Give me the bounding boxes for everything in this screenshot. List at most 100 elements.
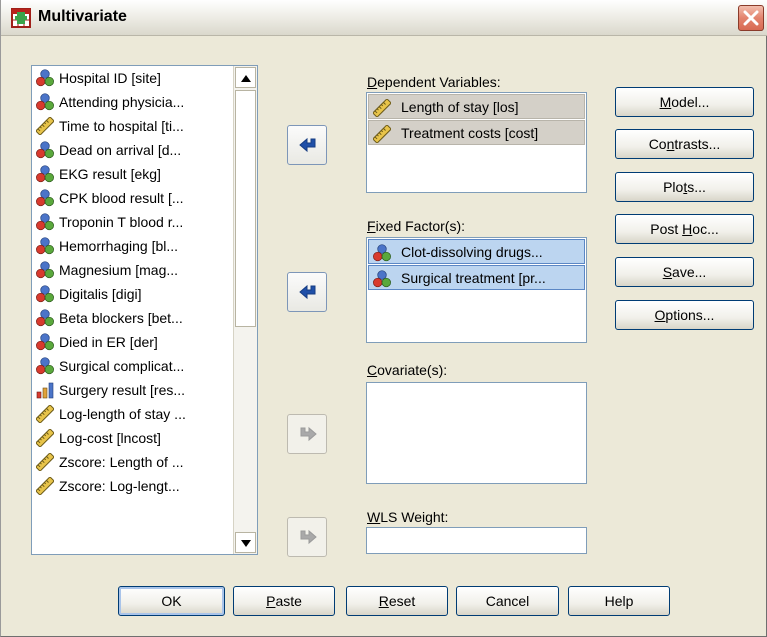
list-item[interactable]: Length of stay [los] bbox=[368, 94, 585, 119]
variable-label: CPK blood result [... bbox=[59, 190, 184, 206]
nominal-icon bbox=[36, 357, 54, 375]
ok-button[interactable]: OK bbox=[118, 586, 225, 616]
plots-button[interactable]: Plots... bbox=[615, 172, 754, 202]
multivariate-dialog: Multivariate Hospital ID [site] Attending… bbox=[0, 0, 767, 637]
variable-label: Died in ER [der] bbox=[59, 334, 158, 350]
variable-list-item[interactable]: Dead on arrival [d... bbox=[32, 138, 232, 162]
variable-list-item[interactable]: Zscore: Length of ... bbox=[32, 450, 232, 474]
move-to-fixed-factor-button[interactable] bbox=[287, 272, 327, 312]
move-to-covariate-button[interactable] bbox=[287, 414, 327, 454]
contrasts-button[interactable]: Contrasts... bbox=[615, 129, 754, 159]
covariates-label: Covariate(s): bbox=[367, 362, 448, 378]
nominal-icon bbox=[36, 237, 54, 255]
save-button[interactable]: Save... bbox=[615, 257, 754, 287]
post-hoc-button[interactable]: Post Hoc... bbox=[615, 214, 754, 244]
variable-label: Dead on arrival [d... bbox=[59, 142, 182, 158]
vertical-scrollbar[interactable] bbox=[233, 66, 257, 554]
nominal-icon bbox=[36, 93, 54, 111]
covariates-list[interactable] bbox=[366, 382, 587, 484]
variable-label: Surgery result [res... bbox=[59, 382, 186, 398]
ordinal-bars-icon bbox=[36, 382, 54, 399]
spss-table-icon bbox=[11, 8, 31, 28]
wls-weight-label: WLS Weight: bbox=[367, 509, 449, 525]
variable-list-item[interactable]: Log-length of stay ... bbox=[32, 402, 232, 426]
scale-ruler-icon bbox=[36, 429, 54, 447]
nominal-icon bbox=[36, 213, 54, 231]
nominal-icon bbox=[36, 261, 54, 279]
close-icon bbox=[743, 10, 759, 26]
variable-list-item[interactable]: Hemorrhaging [bl... bbox=[32, 234, 232, 258]
variable-list-item[interactable]: Log-cost [lncost] bbox=[32, 426, 232, 450]
list-item[interactable]: Surgical treatment [pr... bbox=[368, 265, 585, 290]
variable-list-item[interactable]: Zscore: Log-lengt... bbox=[32, 474, 232, 498]
options-button[interactable]: Options... bbox=[615, 300, 754, 330]
nominal-icon bbox=[36, 165, 54, 183]
arrow-left-icon bbox=[299, 284, 316, 300]
arrow-left-icon bbox=[299, 137, 316, 153]
variable-label: Zscore: Log-lengt... bbox=[59, 478, 180, 494]
variable-list-item[interactable]: Digitalis [digi] bbox=[32, 282, 232, 306]
source-variable-items: Hospital ID [site] Attending physicia... T… bbox=[32, 66, 232, 498]
move-to-dependent-button[interactable] bbox=[287, 125, 327, 165]
scroll-thumb[interactable] bbox=[235, 90, 256, 327]
variable-list-item[interactable]: EKG result [ekg] bbox=[32, 162, 232, 186]
nominal-icon bbox=[36, 69, 54, 87]
cancel-button[interactable]: Cancel bbox=[456, 586, 559, 616]
triangle-up-icon bbox=[241, 75, 251, 82]
list-item[interactable]: Treatment costs [cost] bbox=[368, 120, 585, 145]
variable-list-item[interactable]: Died in ER [der] bbox=[32, 330, 232, 354]
help-button[interactable]: Help bbox=[568, 586, 670, 616]
nominal-icon bbox=[373, 244, 391, 262]
nominal-icon bbox=[36, 189, 54, 207]
variable-list-item[interactable]: Magnesium [mag... bbox=[32, 258, 232, 282]
reset-button[interactable]: Reset bbox=[346, 586, 448, 616]
move-to-wls-weight-button[interactable] bbox=[287, 517, 327, 557]
variable-label: Magnesium [mag... bbox=[59, 262, 179, 278]
window-title: Multivariate bbox=[38, 8, 127, 25]
nominal-icon bbox=[36, 309, 54, 327]
variable-list-item[interactable]: Troponin T blood r... bbox=[32, 210, 232, 234]
scale-ruler-icon bbox=[36, 117, 54, 135]
model-button[interactable]: Model... bbox=[615, 87, 754, 117]
variable-label: Surgical complicat... bbox=[59, 358, 185, 374]
variable-list-item[interactable]: Attending physicia... bbox=[32, 90, 232, 114]
scale-ruler-icon bbox=[36, 477, 54, 495]
variable-list-item[interactable]: CPK blood result [... bbox=[32, 186, 232, 210]
variable-list-item[interactable]: Hospital ID [site] bbox=[32, 66, 232, 90]
arrow-right-icon bbox=[300, 529, 317, 545]
fixed-factors-list[interactable]: Clot-dissolving drugs... Surgical treatm… bbox=[366, 237, 587, 343]
paste-button[interactable]: Paste bbox=[233, 586, 335, 616]
nominal-icon bbox=[373, 270, 391, 288]
variable-label: Log-length of stay ... bbox=[59, 406, 186, 422]
variable-label: Beta blockers [bet... bbox=[59, 310, 183, 326]
variable-label: Time to hospital [ti... bbox=[59, 118, 184, 134]
nominal-icon bbox=[36, 285, 54, 303]
source-variable-list[interactable]: Hospital ID [site] Attending physicia... T… bbox=[31, 65, 258, 555]
title-bar[interactable]: Multivariate bbox=[1, 0, 767, 36]
variable-label: Hospital ID [site] bbox=[59, 70, 161, 86]
triangle-down-icon bbox=[241, 540, 251, 547]
variable-label: Hemorrhaging [bl... bbox=[59, 238, 179, 254]
variable-list-item[interactable]: Surgical complicat... bbox=[32, 354, 232, 378]
variable-label: Digitalis [digi] bbox=[59, 286, 142, 302]
variable-label: Zscore: Length of ... bbox=[59, 454, 184, 470]
scroll-down-button[interactable] bbox=[235, 532, 256, 553]
scroll-up-button[interactable] bbox=[235, 67, 256, 88]
close-button[interactable] bbox=[738, 5, 764, 31]
variable-list-item[interactable]: Time to hospital [ti... bbox=[32, 114, 232, 138]
scale-ruler-icon bbox=[373, 125, 391, 143]
arrow-right-icon bbox=[300, 426, 317, 442]
dependent-variables-list[interactable]: Length of stay [los] Treatment costs [co… bbox=[366, 92, 587, 193]
fixed-factors-label: Fixed Factor(s): bbox=[367, 218, 466, 234]
variable-label: Troponin T blood r... bbox=[59, 214, 184, 230]
nominal-icon bbox=[36, 141, 54, 159]
dependent-variables-label: Dependent Variables: bbox=[367, 74, 501, 90]
variable-list-item[interactable]: Beta blockers [bet... bbox=[32, 306, 232, 330]
variable-label: Attending physicia... bbox=[59, 94, 185, 110]
scale-ruler-icon bbox=[373, 99, 391, 117]
scale-ruler-icon bbox=[36, 453, 54, 471]
list-item[interactable]: Clot-dissolving drugs... bbox=[368, 239, 585, 264]
wls-weight-field[interactable] bbox=[366, 527, 587, 554]
variable-list-item[interactable]: Surgery result [res... bbox=[32, 378, 232, 402]
nominal-icon bbox=[36, 333, 54, 351]
